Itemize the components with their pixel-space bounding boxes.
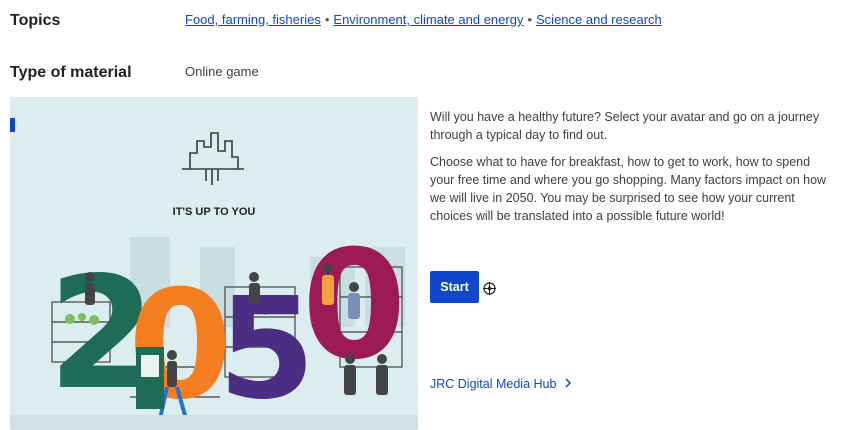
topics-list: Food, farming, fisheries • Environment, cl… <box>185 12 662 27</box>
description-paragraph-2: Choose what to have for breakfast, how t… <box>430 155 827 223</box>
cursor-icon <box>483 282 496 295</box>
topic-separator: • <box>527 12 533 27</box>
hub-link-label: JRC Digital Media Hub <box>430 377 557 391</box>
start-button[interactable]: Start <box>430 271 479 303</box>
chevron-right-icon <box>565 378 572 388</box>
hero-tagline: IT'S UP TO YOU <box>173 206 256 218</box>
topic-link-science[interactable]: Science and research <box>536 12 662 27</box>
material-type-label: Type of material <box>10 64 132 81</box>
game-description: Will you have a healthy future? Select y… <box>430 108 835 234</box>
jrc-digital-media-hub-link[interactable]: JRC Digital Media Hub <box>430 377 574 391</box>
hero-digit-5: 5 <box>218 268 315 430</box>
game-hero-image: IT'S UP TO YOU 2 0 5 0 <box>10 97 418 430</box>
description-paragraph-1: Will you have a healthy future? Select y… <box>430 110 820 142</box>
topics-label: Topics <box>10 12 61 29</box>
topic-separator: • <box>324 12 330 27</box>
topic-link-environment[interactable]: Environment, climate and energy <box>333 12 523 27</box>
material-type-value: Online game <box>185 64 259 79</box>
topic-link-food[interactable]: Food, farming, fisheries <box>185 12 321 27</box>
city-logo-icon <box>182 132 244 185</box>
